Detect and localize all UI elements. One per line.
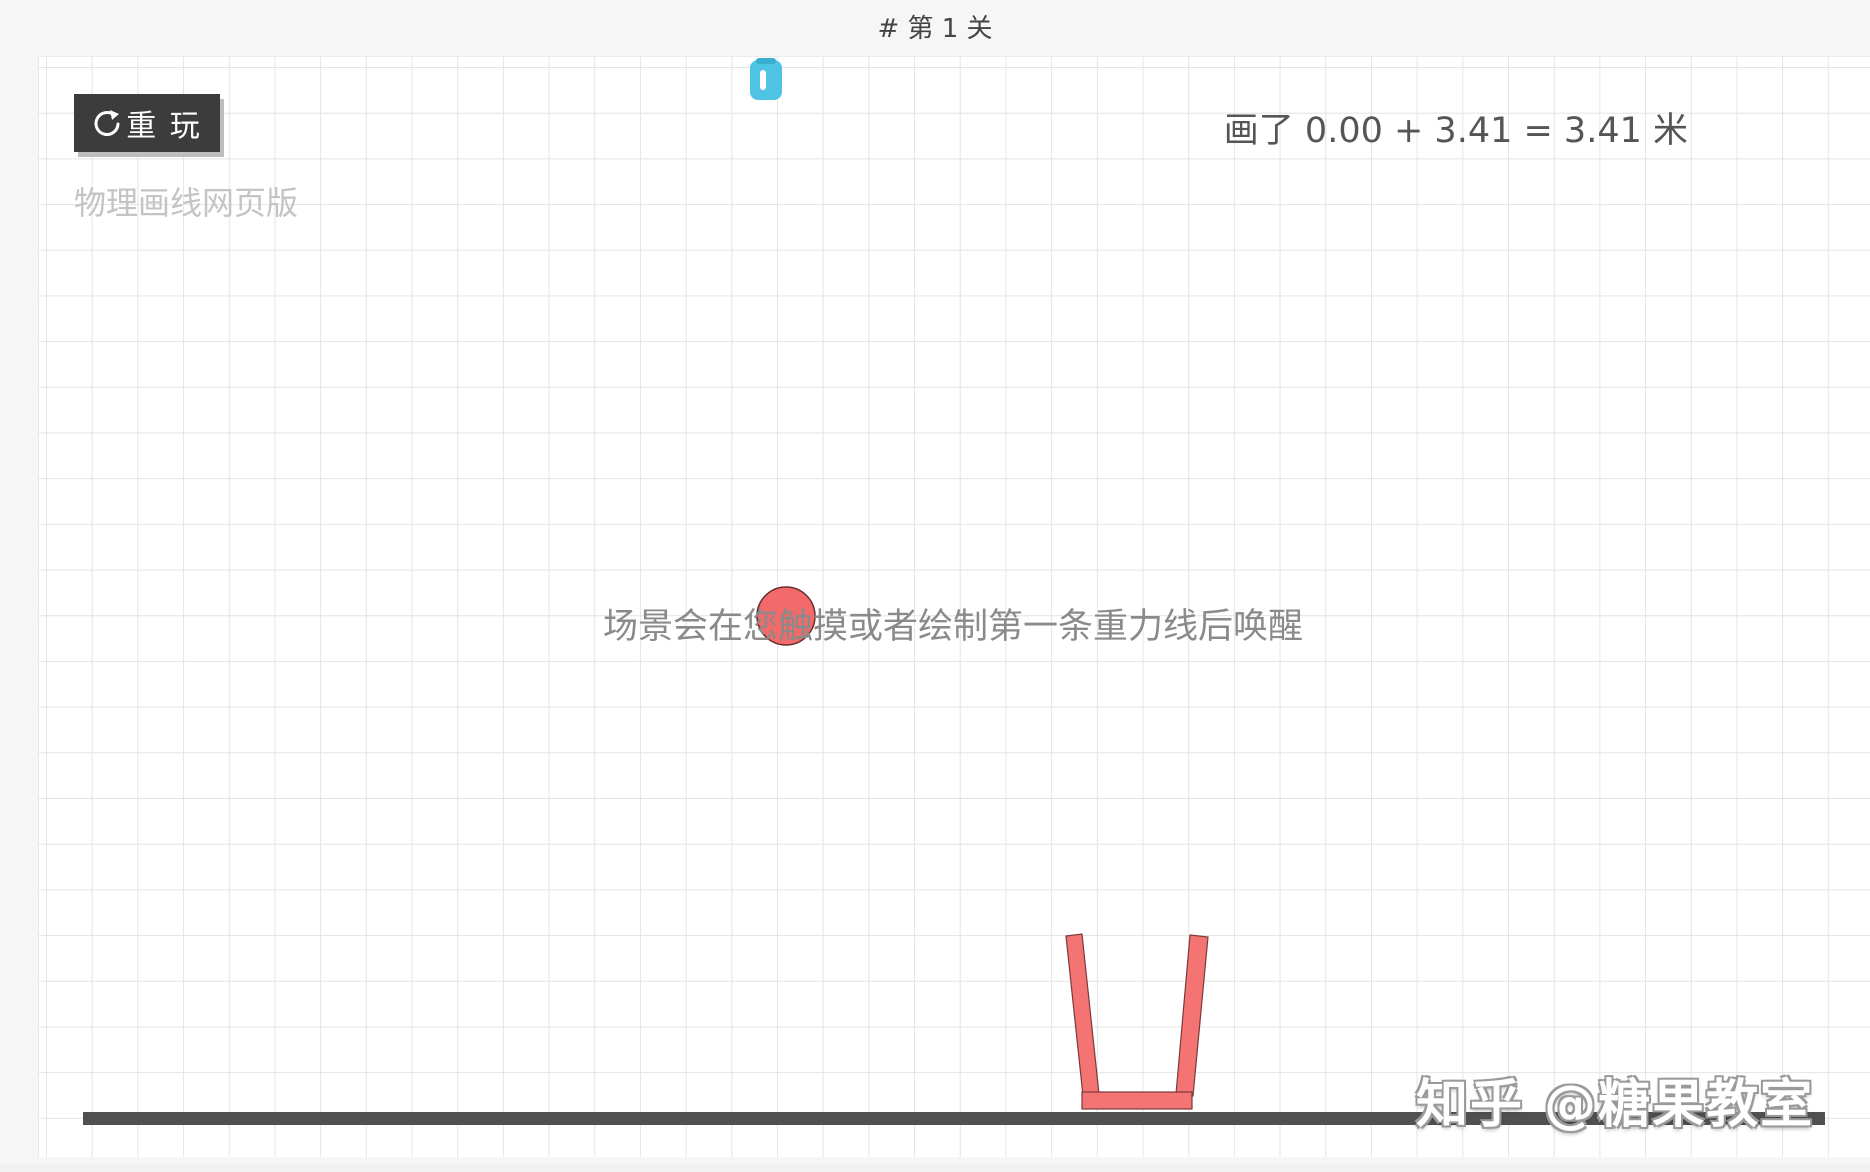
replay-label: 重 玩 xyxy=(126,109,202,144)
game-page: # 第 1 关 场景会在您触摸或者绘制第一条重力线后唤醒 重 玩 物理画线网页版… xyxy=(0,0,1870,1172)
level-title: # 第 1 关 xyxy=(877,14,993,44)
watermark: 知乎 @糖果教室 xyxy=(1416,1075,1815,1135)
app-subtitle: 物理画线网页版 xyxy=(74,184,299,222)
wake-hint: 场景会在您触摸或者绘制第一条重力线后唤醒 xyxy=(602,607,1303,647)
line-length-readout: 画了 0.00 + 3.41 = 3.41 米 xyxy=(1223,111,1688,151)
bottom-strip xyxy=(0,1164,1870,1172)
refresh-icon xyxy=(92,108,122,138)
pen-icon[interactable] xyxy=(748,56,784,102)
replay-button[interactable]: 重 玩 xyxy=(74,94,220,152)
